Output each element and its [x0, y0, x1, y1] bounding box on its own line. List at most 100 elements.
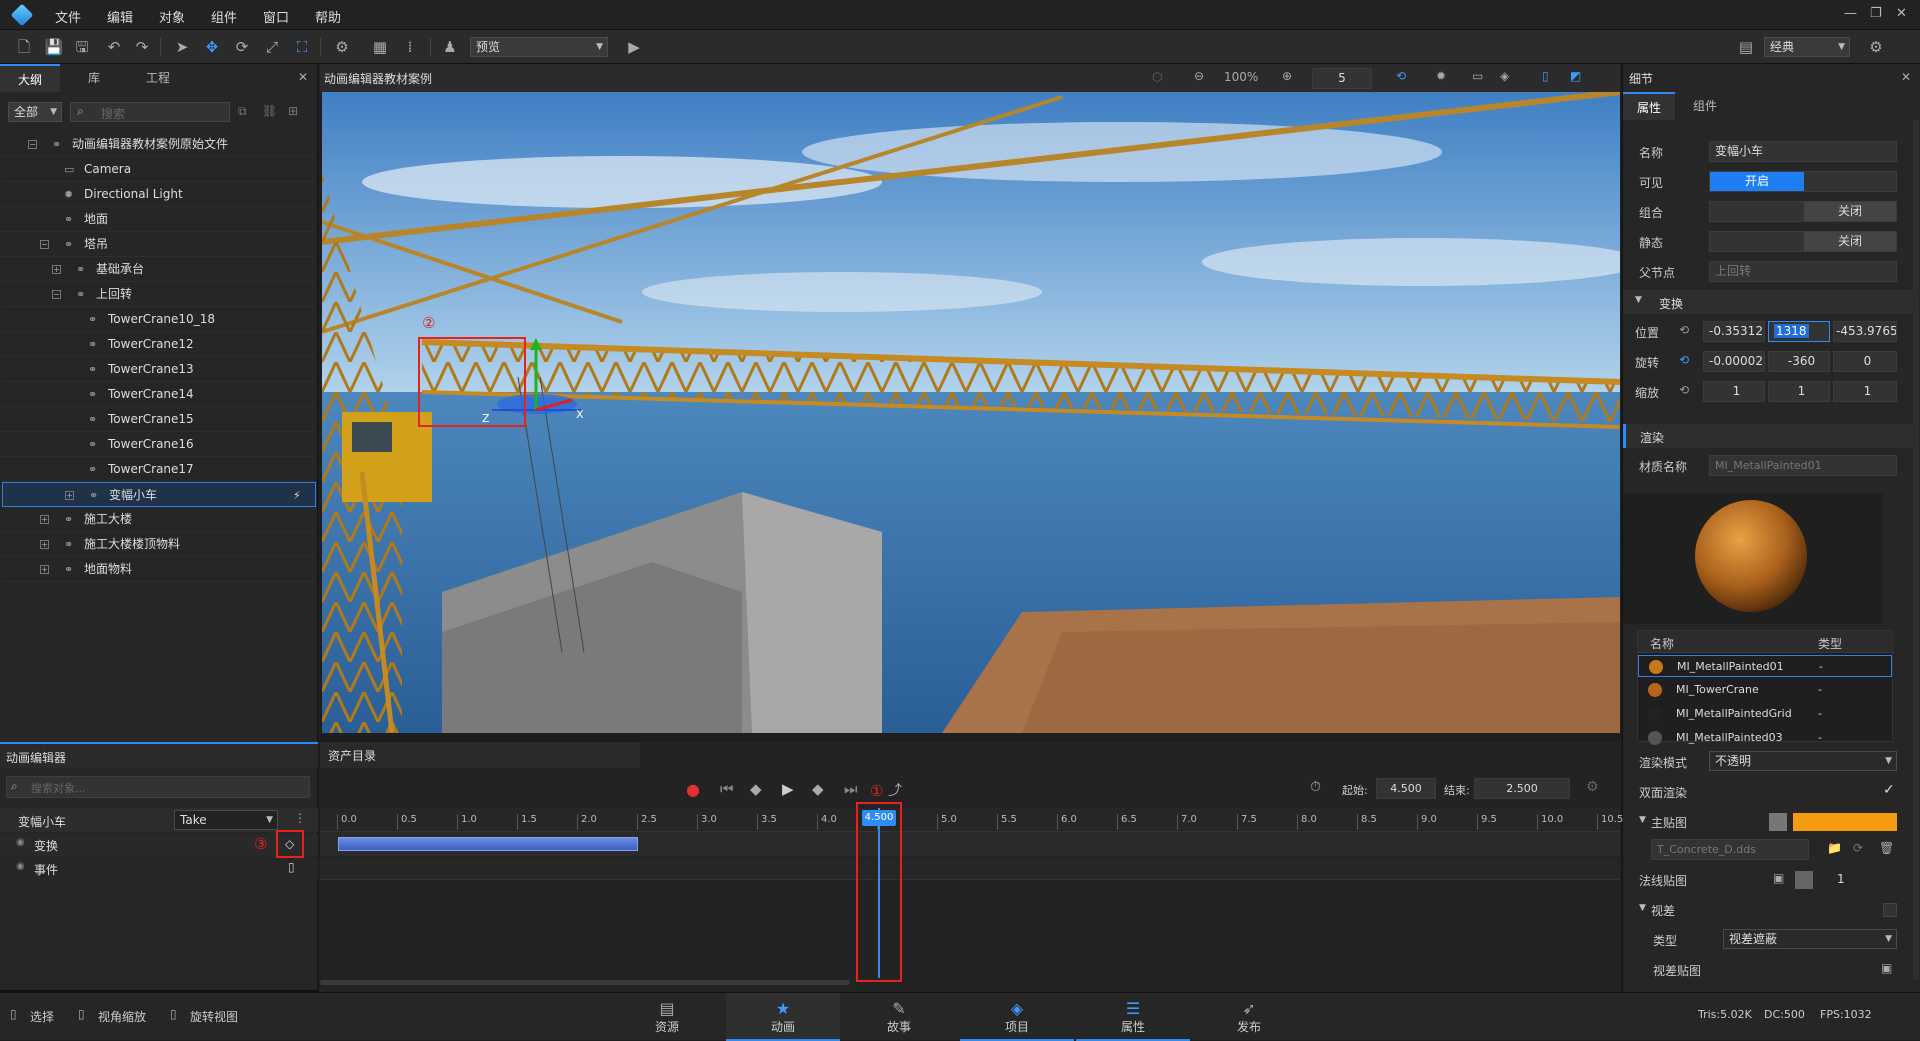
tree-item[interactable]: ⚭ TowerCrane12	[2, 332, 316, 357]
position-x-field[interactable]: -0.35312	[1703, 321, 1765, 342]
static-toggle[interactable]: 关闭	[1709, 231, 1897, 252]
add-keyframe-icon[interactable]: ◇	[285, 837, 294, 851]
reset-icon[interactable]: ⟲	[1679, 383, 1689, 397]
reset-icon[interactable]: ⟲	[1679, 323, 1689, 337]
view-zoom-icon[interactable]: ▯	[78, 1007, 85, 1021]
menu-component[interactable]: 组件	[211, 7, 237, 26]
tab-resources[interactable]: ▤ 资源	[610, 993, 724, 1041]
outline-search[interactable]: ⌕ 搜索	[70, 102, 230, 122]
tree-item[interactable]: + ⚭ 地面物料	[2, 557, 316, 582]
details-scrollbar[interactable]	[1913, 120, 1919, 980]
texture-thumb[interactable]	[1769, 813, 1787, 831]
dots-grid-icon[interactable]: ⁞	[400, 37, 420, 57]
anim-search[interactable]: ⌕ 搜索对象...	[6, 776, 310, 798]
scale-tool-icon[interactable]: ⤢	[262, 37, 282, 57]
first-frame-icon[interactable]: ⏮	[720, 780, 734, 798]
close-window-icon[interactable]: ✕	[1896, 6, 1907, 21]
add-icon[interactable]: ⊞	[288, 104, 298, 118]
tree-item[interactable]: ⚭ TowerCrane10_18	[2, 307, 316, 332]
close-panel-icon[interactable]: ✕	[1901, 70, 1911, 84]
prev-key-icon[interactable]: ◆	[750, 780, 762, 798]
grid-icon[interactable]: ▦	[370, 37, 390, 57]
expand-icon[interactable]: +	[40, 565, 49, 574]
tree-item[interactable]: ⚭ TowerCrane13	[2, 357, 316, 382]
tree-item[interactable]: + ⚭ 施工大楼楼顶物料	[2, 532, 316, 557]
record-icon[interactable]: ●	[686, 780, 700, 799]
restore-icon[interactable]: ❐	[1870, 6, 1882, 21]
view-zoom-label[interactable]: 视角缩放	[98, 1008, 146, 1025]
tree-item[interactable]: ⚭ TowerCrane15	[2, 407, 316, 432]
material-row[interactable]: MI_MetallPaintedGrid -	[1638, 703, 1892, 725]
zoom-in-icon[interactable]: ⊕	[1282, 69, 1292, 83]
rotate-view-icon[interactable]: ▯	[170, 1007, 177, 1021]
expand-icon[interactable]: +	[40, 515, 49, 524]
animation-marker-icon[interactable]: ⚡	[293, 483, 301, 508]
move-tool-icon[interactable]: ✥	[202, 37, 222, 57]
name-field[interactable]: 变幅小车	[1709, 141, 1897, 162]
tree-item[interactable]: − ⚭ 动画编辑器教材案例原始文件	[2, 132, 316, 157]
rotate-tool-icon[interactable]: ⟳	[232, 37, 252, 57]
tree-item[interactable]: − ⚭ 塔吊	[2, 232, 316, 257]
parallax-type-select[interactable]: 视差遮蔽 ▼	[1723, 929, 1897, 949]
tree-item[interactable]: ⚭ TowerCrane14	[2, 382, 316, 407]
link-icon[interactable]: ⛓	[262, 104, 277, 118]
rotate-view-label[interactable]: 旋转视图	[190, 1008, 238, 1025]
timer-icon[interactable]: ⏱	[1310, 779, 1321, 795]
transform-section[interactable]: ▼ 变换	[1623, 290, 1913, 314]
tree-item[interactable]: − ⚭ 上回转	[2, 282, 316, 307]
local-space-icon[interactable]: ⛶	[292, 37, 312, 57]
save-icon[interactable]: 💾	[44, 37, 64, 57]
play-icon[interactable]: ▶	[624, 37, 644, 57]
tree-tool-icon[interactable]: ⧉	[238, 104, 247, 119]
material-row[interactable]: MI_MetallPainted03 -	[1638, 727, 1892, 749]
position-y-field[interactable]: 1318	[1768, 321, 1830, 342]
zoom-out-icon[interactable]: ⊖	[1194, 69, 1204, 83]
normal-thumb[interactable]	[1795, 871, 1813, 889]
camera-view-icon[interactable]: ▭	[1472, 69, 1483, 83]
texture-slot-icon[interactable]: ▣	[1773, 871, 1784, 885]
close-panel-icon[interactable]: ✕	[298, 70, 308, 84]
end-field[interactable]: 2.500	[1474, 778, 1570, 799]
tab-publish[interactable]: ➶ 发布	[1192, 993, 1306, 1041]
expand-icon[interactable]: +	[65, 491, 74, 500]
tree-item[interactable]: ⚭ TowerCrane17	[2, 457, 316, 482]
tree-item[interactable]: ⚭ TowerCrane16	[2, 432, 316, 457]
normal-strength-value[interactable]: 1	[1837, 872, 1845, 886]
select-mode-icon[interactable]: ▯	[10, 1007, 17, 1021]
filter-select[interactable]: 全部 ▼	[8, 102, 62, 122]
main-color-swatch[interactable]	[1793, 813, 1897, 831]
visible-toggle[interactable]: 开启	[1709, 171, 1897, 192]
collapse-icon[interactable]: −	[40, 240, 49, 249]
character-icon[interactable]: ♟	[440, 37, 460, 57]
tab-animation[interactable]: ★ 动画	[726, 993, 840, 1041]
collapse-icon[interactable]: −	[28, 140, 37, 149]
tab-attributes[interactable]: ☰ 属性	[1076, 993, 1190, 1041]
timeline-scrollbar[interactable]	[320, 980, 850, 985]
layout-select[interactable]: 经典 ▼	[1764, 37, 1850, 57]
trash-icon[interactable]: 🗑	[1879, 841, 1894, 855]
track-row-transform[interactable]: ◉ 变换 ③ ◇	[0, 830, 318, 858]
tree-item[interactable]: ✹ Directional Light	[2, 182, 316, 207]
minimize-icon[interactable]: —	[1844, 6, 1857, 21]
take-select[interactable]: Take ▼	[174, 810, 278, 830]
curve-editor-icon[interactable]: ⤴	[888, 780, 902, 800]
rotation-x-field[interactable]: -0.00002	[1703, 351, 1765, 372]
menu-edit[interactable]: 编辑	[107, 7, 133, 26]
eye-icon[interactable]: ◉	[16, 861, 25, 872]
tab-project[interactable]: 工程	[128, 64, 188, 92]
select-tool-icon[interactable]: ➤	[172, 37, 192, 57]
menu-window[interactable]: 窗口	[263, 7, 289, 26]
checkbox-checked-icon[interactable]: ✓	[1883, 782, 1895, 798]
expand-icon[interactable]: +	[52, 265, 61, 274]
tree-item[interactable]: ⚭ 地面	[2, 207, 316, 232]
render-mode-select[interactable]: 不透明 ▼	[1709, 751, 1897, 771]
tree-item[interactable]: + ⚭ 基础承台	[2, 257, 316, 282]
shield-icon[interactable]: ⬡	[1152, 70, 1162, 84]
scene-viewport[interactable]: X Z ②	[322, 92, 1620, 733]
tree-item[interactable]: ▭ Camera	[2, 157, 316, 182]
scale-z-field[interactable]: 1	[1833, 381, 1897, 402]
position-z-field[interactable]: -453.97656	[1833, 321, 1897, 342]
cube-icon[interactable]: ◈	[1500, 69, 1509, 83]
tab-project[interactable]: ◈ 项目	[960, 993, 1074, 1041]
time-ruler[interactable]: 0.00.51.01.52.02.53.03.54.04.55.05.56.06…	[320, 808, 1623, 832]
